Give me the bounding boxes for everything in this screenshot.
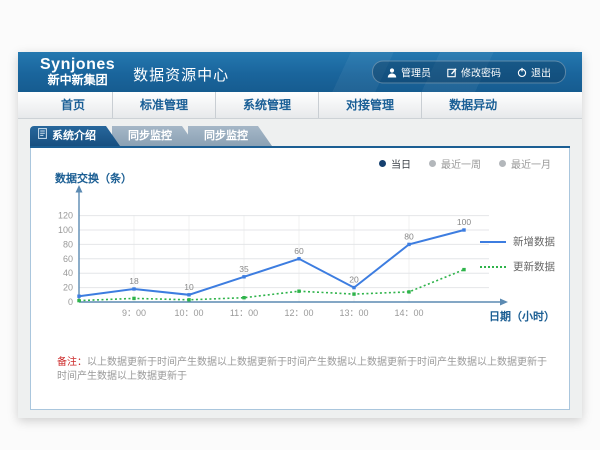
data-point: [77, 299, 80, 302]
y-axis-arrow-icon: [76, 185, 83, 193]
data-point-label: 100: [457, 217, 471, 227]
filter-label: 最近一周: [441, 156, 481, 171]
y-tick-label: 100: [58, 225, 73, 235]
legend-label: 更新数据: [513, 259, 555, 274]
legend-entry-updated-data[interactable]: 更新数据: [480, 259, 555, 274]
data-point: [407, 290, 410, 293]
change-password-label: 修改密码: [461, 65, 501, 80]
current-user[interactable]: 管理员: [387, 65, 431, 80]
x-tick-label: 9：00: [122, 308, 146, 318]
line-chart: 0 20 40 60 80 100 120 9：00 10：00 11：00 12：00 13：00 1…: [49, 184, 519, 334]
data-point-label: 18: [129, 276, 139, 286]
data-point: [462, 228, 465, 231]
data-point: [187, 298, 190, 301]
range-filters: 当日 最近一周 最近一月: [379, 156, 551, 171]
tab-strip: 系统介绍 同步监控 同步监控: [30, 128, 570, 148]
nav-item-integration-management[interactable]: 对接管理: [319, 92, 422, 118]
user-toolbar: 管理员 修改密码 退出: [372, 61, 566, 84]
filter-last-month[interactable]: 最近一月: [499, 156, 551, 171]
x-axis-arrow-icon: [500, 299, 508, 306]
radio-dot-icon: [379, 160, 386, 167]
change-password-button[interactable]: 修改密码: [447, 65, 501, 80]
company-logo: Synjones 新中新集团: [40, 57, 115, 86]
logo-text-en: Synjones: [40, 57, 115, 74]
y-tick-label: 80: [63, 239, 73, 249]
y-tick-label: 20: [63, 283, 73, 293]
data-point: [77, 295, 80, 298]
legend-label: 新增数据: [513, 234, 555, 249]
footnote-prefix: 备注：: [57, 357, 87, 368]
data-point: [132, 297, 135, 300]
data-point: [132, 287, 135, 290]
edit-icon: [447, 67, 457, 77]
power-icon: [517, 67, 527, 77]
data-point-label: 20: [349, 275, 359, 285]
data-point-label: 60: [294, 246, 304, 256]
x-tick-label: 10：00: [174, 308, 203, 318]
page-title: 数据资源中心: [133, 64, 229, 85]
tab-sync-monitor-1[interactable]: 同步监控: [112, 126, 196, 146]
main-nav: 首页 标准管理 系统管理 对接管理 数据异动: [18, 92, 582, 119]
tab-system-intro[interactable]: 系统介绍: [30, 126, 120, 146]
x-tick-label: 13：00: [339, 308, 368, 318]
y-tick-label: 40: [63, 268, 73, 278]
data-point: [242, 296, 245, 299]
data-point: [297, 290, 300, 293]
data-point: [352, 286, 355, 289]
filter-label: 当日: [391, 156, 411, 171]
y-tick-label: 120: [58, 211, 73, 221]
legend-line-dotted-icon: [480, 266, 506, 268]
data-point: [462, 268, 465, 271]
logout-label: 退出: [531, 65, 551, 80]
x-tick-label: 11：00: [230, 308, 258, 318]
radio-dot-icon: [499, 160, 506, 167]
radio-dot-icon: [429, 160, 436, 167]
y-tick-label: 0: [68, 297, 73, 307]
data-point: [187, 293, 190, 296]
x-tick-label: 12：00: [284, 308, 313, 318]
legend-line-solid-icon: [480, 241, 506, 243]
data-point: [242, 275, 245, 278]
content-area: 系统介绍 同步监控 同步监控 当日 最近一周: [18, 119, 582, 410]
footnote-text: 以上数据更新于时间产生数据以上数据更新于时间产生数据以上数据更新于时间产生数据以…: [57, 357, 547, 382]
nav-item-standard-management[interactable]: 标准管理: [113, 92, 216, 118]
filter-today[interactable]: 当日: [379, 156, 411, 171]
page-container: Synjones 新中新集团 数据资源中心 管理员 修改密码 退出: [18, 52, 582, 418]
x-axis-title: 日期（小时）: [489, 308, 555, 324]
tab-sync-monitor-2[interactable]: 同步监控: [188, 126, 272, 146]
chart-legend: 新增数据 更新数据: [480, 234, 555, 274]
chart-panel: 当日 最近一周 最近一月 数据交换（条） 0204060801001209：00…: [30, 148, 570, 410]
data-point: [352, 292, 355, 295]
x-tick-label: 14：00: [394, 308, 423, 318]
app-header: Synjones 新中新集团 数据资源中心 管理员 修改密码 退出: [18, 52, 582, 92]
data-point: [407, 243, 410, 246]
tab-label: 同步监控: [128, 126, 172, 146]
legend-entry-new-data[interactable]: 新增数据: [480, 234, 555, 249]
filter-last-week[interactable]: 最近一周: [429, 156, 481, 171]
tab-label: 同步监控: [204, 126, 248, 146]
y-tick-label: 60: [63, 254, 73, 264]
nav-item-system-management[interactable]: 系统管理: [216, 92, 319, 118]
user-icon: [387, 67, 397, 77]
footnote: 备注：以上数据更新于时间产生数据以上数据更新于时间产生数据以上数据更新于时间产生…: [57, 356, 549, 384]
tab-label: 系统介绍: [52, 126, 96, 146]
current-user-label: 管理员: [401, 65, 431, 80]
filter-label: 最近一月: [511, 156, 551, 171]
logo-text-cn: 新中新集团: [40, 74, 115, 87]
document-icon: [38, 126, 47, 146]
data-point: [297, 257, 300, 260]
logout-button[interactable]: 退出: [517, 65, 551, 80]
nav-item-home[interactable]: 首页: [34, 92, 113, 118]
data-point-label: 80: [404, 231, 414, 241]
nav-item-data-changes[interactable]: 数据异动: [422, 92, 524, 118]
data-point-label: 35: [239, 264, 249, 274]
data-point-label: 10: [184, 282, 194, 292]
